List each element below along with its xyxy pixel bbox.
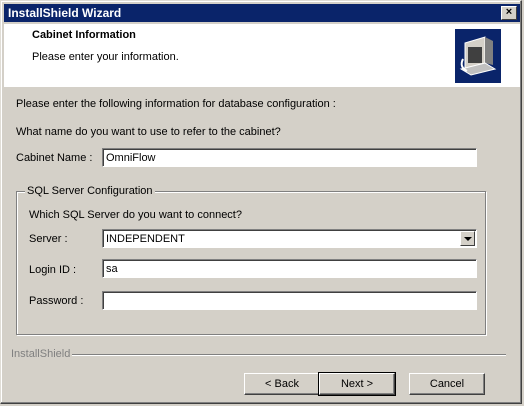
cabinet-name-field[interactable]: OmniFlow (102, 148, 477, 167)
close-icon: × (505, 6, 513, 18)
footer-divider (72, 354, 506, 355)
login-field[interactable]: sa (102, 259, 477, 278)
installshield-computer-icon (455, 29, 501, 83)
page-subtitle: Please enter your information. (32, 51, 179, 63)
header-separator (4, 86, 520, 87)
wizard-window: InstallShield Wizard × Cabinet Informati… (0, 0, 522, 404)
close-button[interactable]: × (501, 6, 517, 20)
cancel-button[interactable]: Cancel (409, 373, 485, 395)
installshield-brand: InstallShield (11, 348, 71, 360)
title-bar[interactable]: InstallShield Wizard × (4, 4, 520, 22)
intro-text: Please enter the following information f… (16, 98, 336, 110)
back-button[interactable]: < Back (244, 373, 320, 395)
password-field[interactable] (102, 291, 477, 310)
server-select[interactable]: INDEPENDENT (102, 229, 477, 248)
server-label: Server : (29, 233, 68, 245)
chevron-down-icon[interactable] (460, 231, 475, 246)
page-title: Cabinet Information (32, 29, 136, 41)
login-value: sa (106, 263, 118, 275)
window-title: InstallShield Wizard (8, 6, 122, 20)
cabinet-name-value: OmniFlow (106, 152, 156, 164)
wizard-header: Cabinet Information Please enter your in… (4, 24, 520, 87)
sql-group-title: SQL Server Configuration (25, 185, 155, 197)
next-button[interactable]: Next > (318, 372, 396, 396)
server-value: INDEPENDENT (106, 233, 185, 245)
password-label: Password : (29, 295, 84, 307)
cabinet-name-label: Cabinet Name : (16, 152, 93, 164)
cabinet-question: What name do you want to use to refer to… (16, 126, 281, 138)
sql-question: Which SQL Server do you want to connect? (29, 209, 242, 221)
login-label: Login ID : (29, 264, 77, 276)
